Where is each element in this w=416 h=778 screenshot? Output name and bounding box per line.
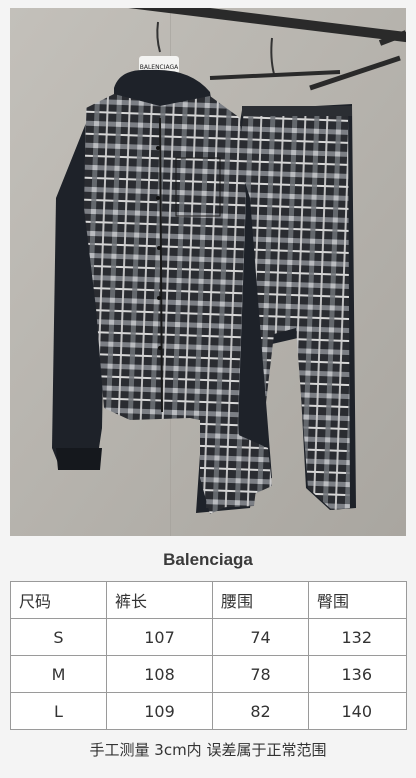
header-size: 尺码 (10, 581, 107, 619)
table-row: L 109 82 140 (10, 692, 407, 730)
cell-length: 108 (106, 655, 213, 693)
table-header-row: 尺码 裤长 腰围 臀围 (10, 581, 407, 619)
measurement-note: 手工测量 3cm内 误差属于正常范围 (89, 741, 327, 759)
cell-waist: 82 (212, 692, 309, 730)
cell-waist: 78 (212, 655, 309, 693)
cell-size: M (10, 655, 107, 693)
cell-hip: 140 (308, 692, 407, 730)
header-waist: 腰围 (212, 581, 309, 619)
cell-hip: 132 (308, 618, 407, 656)
cell-size: L (10, 692, 107, 730)
brand-title: Balenciaga (163, 550, 253, 569)
cell-hip: 136 (308, 655, 407, 693)
table-row: M 108 78 136 (10, 655, 407, 693)
table-row: S 107 74 132 (10, 618, 407, 656)
cell-waist: 74 (212, 618, 309, 656)
product-photo: BALENCIAGA (10, 8, 406, 536)
cell-length: 109 (106, 692, 213, 730)
header-length: 裤长 (106, 581, 213, 619)
header-hip: 臀围 (308, 581, 407, 619)
cell-length: 107 (106, 618, 213, 656)
size-table: 尺码 裤长 腰围 臀围 S 107 74 132 M 108 78 136 L … (10, 581, 407, 730)
cell-size: S (10, 618, 107, 656)
